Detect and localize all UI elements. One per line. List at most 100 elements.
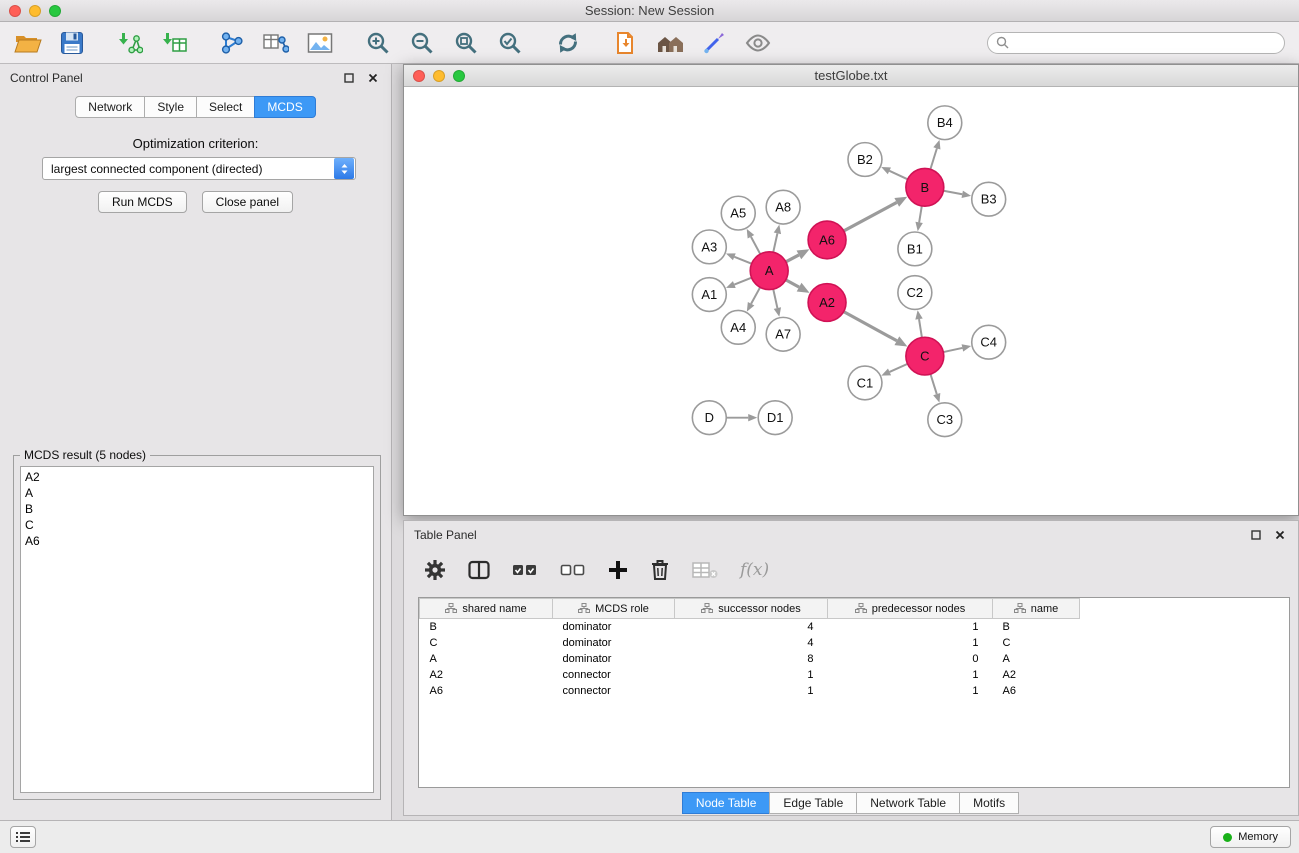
tab-network-table[interactable]: Network Table: [856, 792, 960, 814]
graph-edge-A-A6[interactable]: [786, 255, 799, 262]
optimization-dropdown[interactable]: largest connected component (directed): [42, 157, 356, 180]
graph-edge-A-A4[interactable]: [751, 287, 760, 303]
result-item[interactable]: B: [21, 501, 373, 517]
table-cell[interactable]: B: [420, 619, 553, 635]
network-minimize-button[interactable]: [433, 70, 445, 82]
table-row[interactable]: A6connector11A6: [420, 683, 1080, 699]
zoom-in-button[interactable]: [362, 27, 394, 59]
tab-node-table[interactable]: Node Table: [682, 792, 771, 814]
network-view[interactable]: B4B2BB3A5A8A6B1A3AC2A1A2A4A7C4CC1C3DD1: [404, 88, 1298, 515]
zoom-fit-button[interactable]: [450, 27, 482, 59]
graph-node-B1[interactable]: B1: [898, 232, 932, 266]
graph-node-B[interactable]: B: [906, 168, 944, 206]
table-cell[interactable]: 0: [828, 651, 993, 667]
network-graph[interactable]: B4B2BB3A5A8A6B1A3AC2A1A2A4A7C4CC1C3DD1: [404, 88, 1298, 515]
graph-node-C[interactable]: C: [906, 337, 944, 375]
table-cell[interactable]: 4: [675, 619, 828, 635]
open-folder-button[interactable]: [12, 27, 44, 59]
memory-button[interactable]: Memory: [1210, 826, 1291, 848]
graph-node-D1[interactable]: D1: [758, 401, 792, 435]
new-network-button[interactable]: [216, 27, 248, 59]
result-item[interactable]: A2: [21, 469, 373, 485]
graph-node-B3[interactable]: B3: [972, 182, 1006, 216]
graph-edge-A6-B[interactable]: [844, 202, 897, 231]
minimize-window-button[interactable]: [29, 5, 41, 17]
table-cell[interactable]: 4: [675, 635, 828, 651]
import-table-button[interactable]: [158, 27, 190, 59]
graph-node-A2[interactable]: A2: [808, 284, 846, 322]
table-cell[interactable]: 8: [675, 651, 828, 667]
run-mcds-button[interactable]: Run MCDS: [98, 191, 187, 213]
tab-style[interactable]: Style: [144, 96, 197, 118]
table-row[interactable]: A2connector11A2: [420, 667, 1080, 683]
import-network-button[interactable]: [114, 27, 146, 59]
table-cell[interactable]: dominator: [553, 635, 675, 651]
graph-edge-A-A7[interactable]: [773, 289, 777, 308]
graph-edge-C-C3[interactable]: [930, 374, 936, 394]
graph-node-A[interactable]: A: [750, 252, 788, 290]
graph-node-A1[interactable]: A1: [692, 278, 726, 312]
table-cell[interactable]: B: [993, 619, 1080, 635]
zoom-window-button[interactable]: [49, 5, 61, 17]
table-row[interactable]: Bdominator41B: [420, 619, 1080, 635]
network-close-button[interactable]: [413, 70, 425, 82]
table-float-panel-button[interactable]: [1248, 527, 1264, 543]
tab-select[interactable]: Select: [196, 96, 255, 118]
table-cell[interactable]: dominator: [553, 619, 675, 635]
unselect-all-button[interactable]: [560, 561, 586, 579]
tab-motifs[interactable]: Motifs: [959, 792, 1019, 814]
trash-button[interactable]: [650, 559, 670, 581]
graph-node-B2[interactable]: B2: [848, 143, 882, 177]
graph-edge-B-B1[interactable]: [919, 206, 922, 222]
table-cell[interactable]: 1: [828, 619, 993, 635]
graph-edge-B-B3[interactable]: [943, 191, 962, 194]
eye-button[interactable]: [742, 27, 774, 59]
graph-node-C4[interactable]: C4: [972, 325, 1006, 359]
table-cell[interactable]: A: [420, 651, 553, 667]
column-header-predecessor-nodes[interactable]: predecessor nodes: [828, 599, 993, 619]
table-cell[interactable]: 1: [828, 667, 993, 683]
network-from-table-button[interactable]: [260, 27, 292, 59]
home-button[interactable]: [654, 27, 686, 59]
refresh-button[interactable]: [552, 27, 584, 59]
close-panel-button[interactable]: [365, 70, 381, 86]
mcds-result-list[interactable]: A2ABCA6: [20, 466, 374, 793]
zoom-selected-button[interactable]: [494, 27, 526, 59]
table-cell[interactable]: connector: [553, 667, 675, 683]
graph-node-C3[interactable]: C3: [928, 403, 962, 437]
network-window-titlebar[interactable]: testGlobe.txt: [404, 65, 1298, 87]
graph-edge-C-C1[interactable]: [890, 364, 908, 372]
graph-node-B4[interactable]: B4: [928, 106, 962, 140]
graph-node-D[interactable]: D: [692, 401, 726, 435]
column-header-shared-name[interactable]: shared name: [420, 599, 553, 619]
result-item[interactable]: C: [21, 517, 373, 533]
table-cell[interactable]: 1: [675, 683, 828, 699]
table-cell[interactable]: C: [993, 635, 1080, 651]
delete-table-button[interactable]: [692, 560, 718, 580]
table-close-panel-button[interactable]: [1272, 527, 1288, 543]
graph-node-C2[interactable]: C2: [898, 276, 932, 310]
graph-edge-A-A5[interactable]: [751, 237, 760, 254]
graph-edge-C-C2[interactable]: [919, 319, 922, 337]
graph-node-A7[interactable]: A7: [766, 317, 800, 351]
graph-edge-A-A3[interactable]: [734, 257, 751, 264]
graph-node-A4[interactable]: A4: [721, 310, 755, 344]
graph-node-A3[interactable]: A3: [692, 230, 726, 264]
table-cell[interactable]: A6: [420, 683, 553, 699]
column-header-successor-nodes[interactable]: successor nodes: [675, 599, 828, 619]
function-builder-button[interactable]: f(x): [740, 560, 769, 580]
tab-mcds[interactable]: MCDS: [254, 96, 315, 118]
table-cell[interactable]: 1: [675, 667, 828, 683]
save-button[interactable]: [56, 27, 88, 59]
zoom-out-button[interactable]: [406, 27, 438, 59]
table-cell[interactable]: 1: [828, 635, 993, 651]
table-cell[interactable]: A: [993, 651, 1080, 667]
graph-edge-A-A1[interactable]: [734, 278, 751, 285]
wand-button[interactable]: [698, 27, 730, 59]
column-header-name[interactable]: name: [993, 599, 1080, 619]
graph-edge-A-A2[interactable]: [786, 280, 799, 287]
table-cell[interactable]: C: [420, 635, 553, 651]
search-input[interactable]: [987, 32, 1285, 54]
tab-edge-table[interactable]: Edge Table: [769, 792, 857, 814]
result-item[interactable]: A6: [21, 533, 373, 549]
